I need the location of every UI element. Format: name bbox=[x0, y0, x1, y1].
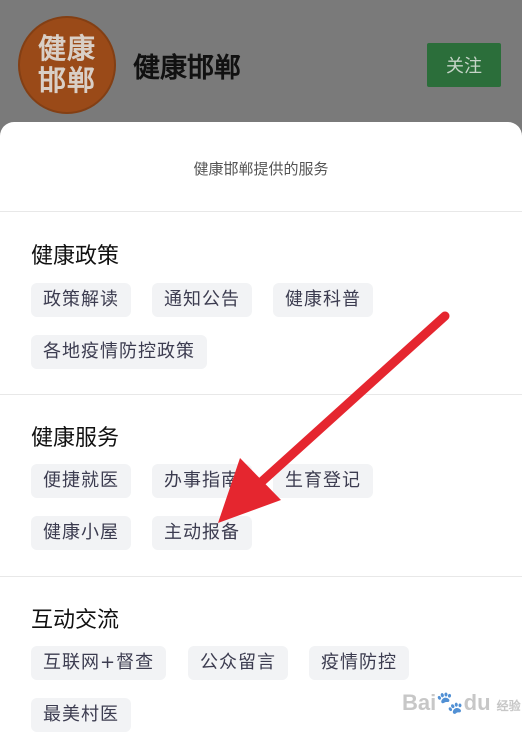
chip-convenient-medical[interactable]: 便捷就医 bbox=[31, 464, 131, 498]
divider bbox=[0, 211, 522, 212]
watermark: Bai🐾du 经验 bbox=[402, 690, 521, 716]
watermark-text: Bai bbox=[402, 690, 437, 715]
avatar-text-line2: 邯郸 bbox=[37, 64, 96, 97]
chip-notices[interactable]: 通知公告 bbox=[152, 283, 252, 317]
chip-health-science[interactable]: 健康科普 bbox=[273, 283, 373, 317]
account-name[interactable]: 健康邯郸 bbox=[133, 46, 241, 85]
section-title-interaction: 互动交流 bbox=[31, 608, 120, 633]
chip-local-epidemic-policy[interactable]: 各地疫情防控政策 bbox=[31, 335, 207, 369]
section-title-health-policy: 健康政策 bbox=[31, 244, 120, 269]
section-title-health-services: 健康服务 bbox=[31, 426, 120, 451]
chip-health-hut[interactable]: 健康小屋 bbox=[31, 516, 131, 550]
chip-proactive-report[interactable]: 主动报备 bbox=[152, 516, 252, 550]
paw-icon: 🐾 bbox=[436, 690, 464, 715]
services-sheet: 健康邯郸提供的服务 健康政策 政策解读 通知公告 健康科普 各地疫情防控政策 健… bbox=[0, 122, 522, 746]
follow-button[interactable]: 关注 bbox=[427, 43, 501, 87]
sheet-title: 健康邯郸提供的服务 bbox=[193, 160, 329, 178]
chip-policy-interpretation[interactable]: 政策解读 bbox=[31, 283, 131, 317]
chip-best-village-doctor[interactable]: 最美村医 bbox=[31, 698, 131, 732]
chip-birth-registration[interactable]: 生育登记 bbox=[273, 464, 373, 498]
watermark-du: du bbox=[463, 690, 491, 715]
divider bbox=[0, 394, 522, 395]
chip-internet-supervision[interactable]: 互联网+督查 bbox=[31, 646, 167, 680]
chip-service-guide[interactable]: 办事指南 bbox=[152, 464, 252, 498]
chip-public-message[interactable]: 公众留言 bbox=[188, 646, 288, 680]
chip-epidemic-control[interactable]: 疫情防控 bbox=[309, 646, 409, 680]
watermark-suffix: 经验 bbox=[496, 699, 521, 713]
account-header: 健康 邯郸 健康邯郸 关注 bbox=[0, 0, 522, 122]
avatar[interactable]: 健康 邯郸 bbox=[18, 16, 116, 114]
avatar-text-line1: 健康 bbox=[37, 32, 96, 65]
divider bbox=[0, 576, 522, 577]
